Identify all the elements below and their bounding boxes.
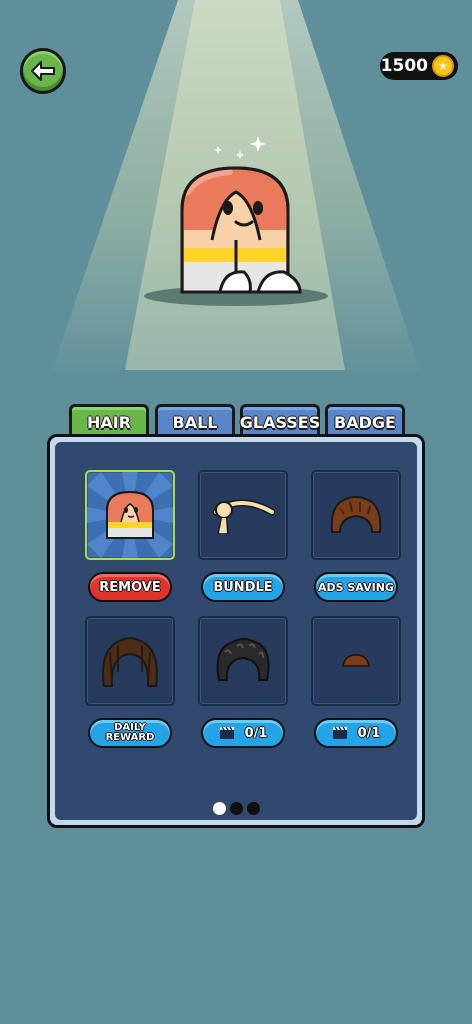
black-curly-hair-icon: [216, 638, 270, 681]
item-slot-black-curly-hair[interactable]: [198, 616, 288, 706]
star-coin-icon: ★: [432, 55, 454, 77]
item-slot-default[interactable]: [85, 470, 175, 560]
character-preview: [144, 166, 328, 306]
page-dot-2[interactable]: [229, 802, 243, 815]
tab-ball[interactable]: BALL: [155, 404, 235, 438]
daily-reward-button[interactable]: DAILY REWARD: [88, 718, 172, 748]
tab-ball-label: BALL: [172, 413, 218, 432]
daily-reward-label-line2: REWARD: [105, 732, 155, 743]
remove-button[interactable]: REMOVE: [88, 572, 172, 602]
item-panel: REMOVE BUNDLE ADS SAVING DAILY REWARD 0/…: [47, 434, 425, 828]
long-brown-hair-icon: [102, 636, 158, 687]
video-clapper-icon: [219, 726, 234, 739]
remove-button-label: REMOVE: [99, 579, 161, 595]
item-slot-messy-brown-hair[interactable]: [311, 470, 401, 560]
page-dot-1[interactable]: [212, 802, 226, 815]
item-slot-long-brown-hair[interactable]: [85, 616, 175, 706]
item-slot-bun-hair[interactable]: [198, 470, 288, 560]
ads-saving-button-label: ADS SAVING: [318, 580, 394, 594]
watch-ad-button-1[interactable]: 0/1: [201, 718, 285, 748]
tab-glasses[interactable]: GLASSES: [240, 404, 320, 438]
tab-hair[interactable]: HAIR: [69, 404, 149, 438]
tab-hair-label: HAIR: [86, 413, 132, 432]
back-button[interactable]: [20, 48, 66, 94]
bundle-button-label: BUNDLE: [213, 579, 273, 595]
small-brown-hair-icon: [342, 654, 370, 667]
coin-counter: 1500 ★: [380, 52, 458, 80]
tab-badge[interactable]: BADGE: [325, 404, 405, 438]
tab-glasses-label: GLASSES: [239, 413, 321, 432]
page-dot-3[interactable]: [246, 802, 260, 815]
ads-saving-button[interactable]: ADS SAVING: [314, 572, 398, 602]
coin-count: 1500: [380, 56, 428, 76]
arrow-left-icon: [31, 61, 55, 81]
character-thumbnail-icon: [106, 490, 154, 539]
watch-ad-button-2[interactable]: 0/1: [314, 718, 398, 748]
video-clapper-icon: [332, 726, 347, 739]
tab-badge-label: BADGE: [334, 413, 396, 432]
messy-brown-hair-icon: [330, 496, 382, 533]
watch-ad-count-2: 0/1: [357, 725, 381, 741]
watch-ad-count-1: 0/1: [244, 725, 268, 741]
item-grid: REMOVE BUNDLE ADS SAVING DAILY REWARD 0/…: [55, 442, 417, 820]
bundle-button[interactable]: BUNDLE: [201, 572, 285, 602]
bun-hair-icon: [212, 499, 276, 535]
item-slot-small-brown-hair[interactable]: [311, 616, 401, 706]
page-indicator: [55, 802, 417, 815]
